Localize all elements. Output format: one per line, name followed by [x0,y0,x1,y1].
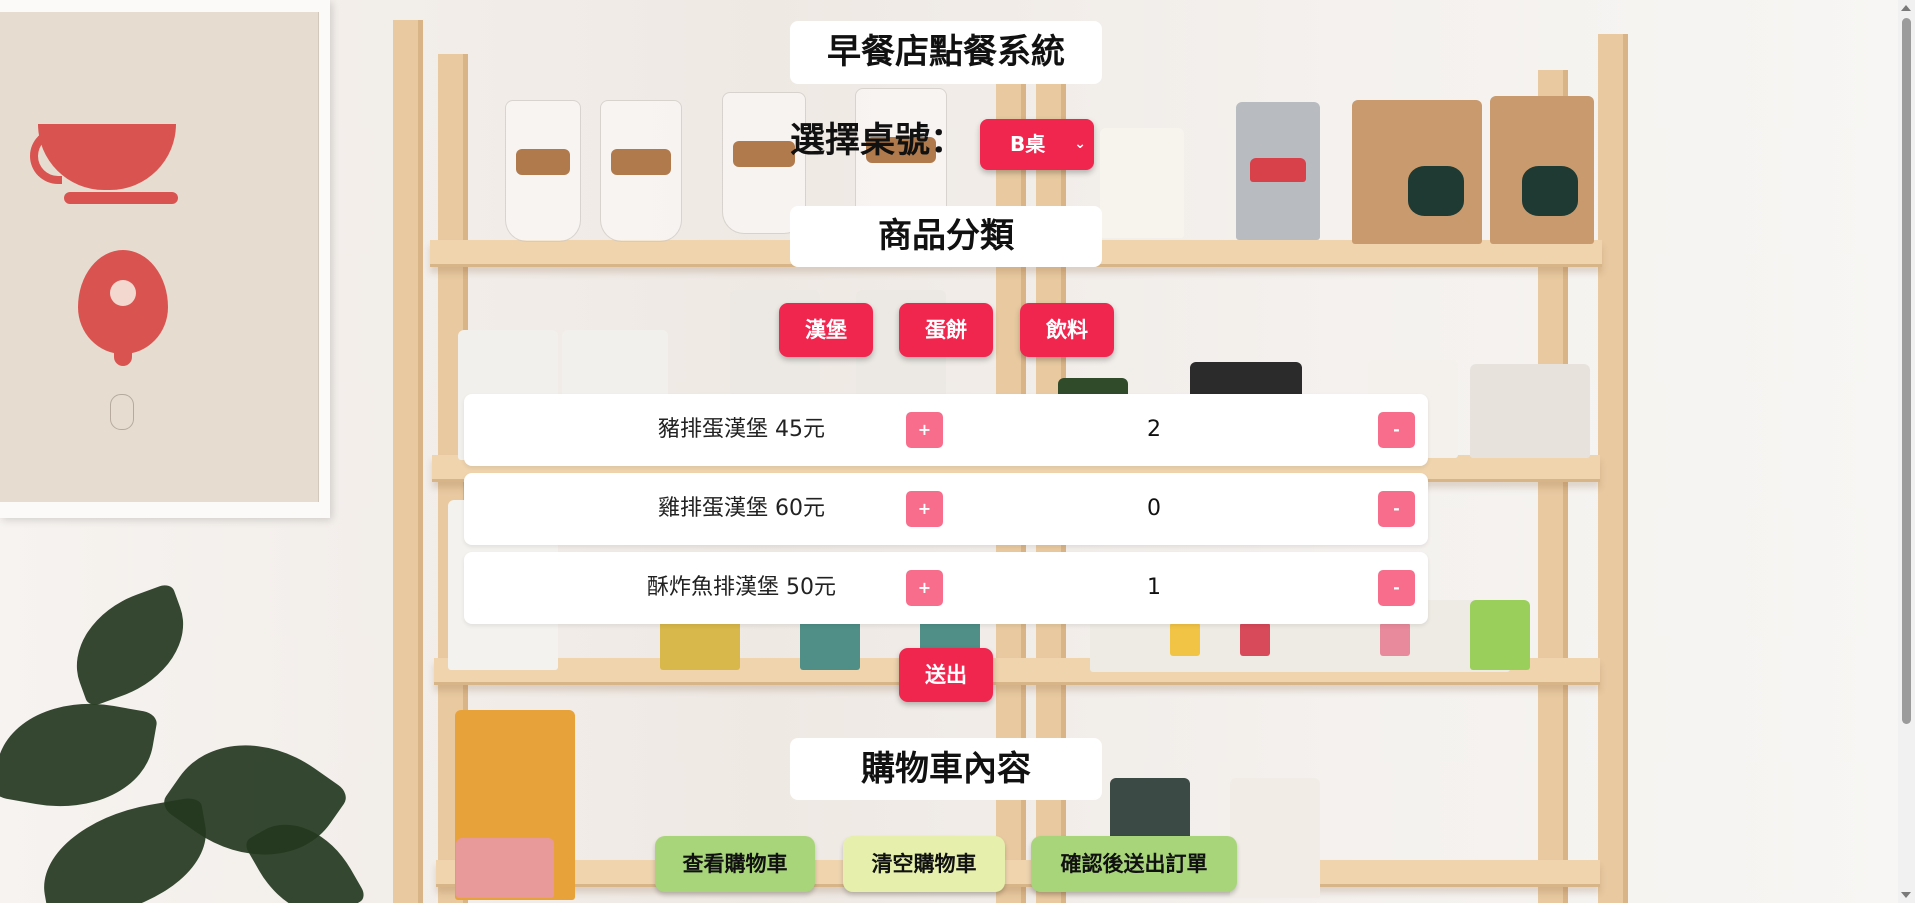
increase-quantity-button[interactable]: + [906,570,943,606]
coffee-bag-label [1380,620,1410,656]
decrease-quantity-button[interactable]: - [1378,412,1415,448]
confirm-order-button[interactable]: 確認後送出訂單 [1031,836,1237,892]
category-button-egg-pancake[interactable]: 蛋餅 [899,303,993,357]
send-button[interactable]: 送出 [899,648,993,702]
decrease-quantity-button[interactable]: - [1378,491,1415,527]
app-title: 早餐店點餐系統 [790,21,1102,84]
scroll-up-icon[interactable] [1901,5,1911,11]
category-button-drinks[interactable]: 飲料 [1020,303,1114,357]
coffee-bag [1100,128,1184,238]
decrease-quantity-button[interactable]: - [1378,570,1415,606]
category-title: 商品分類 [790,206,1102,267]
clear-cart-button[interactable]: 清空購物車 [843,836,1005,892]
dripper-hole-shape [110,280,136,306]
wall-poster [0,0,330,518]
product-row: 酥炸魚排漢堡 50元 + 1 - [464,552,1428,624]
poster-badge [110,394,134,430]
coffee-bag-label [1250,158,1306,182]
table-select-value: B桌 [1010,132,1046,156]
shelf-post [1598,34,1628,903]
dripper-stem-shape [114,346,132,366]
coffee-bag-label [1240,620,1270,656]
product-name: 酥炸魚排漢堡 50元 [647,575,836,600]
table-select[interactable]: B桌 ⌄ [980,119,1094,170]
scroll-thumb[interactable] [1902,18,1911,724]
coffee-bag-emblem [1522,166,1578,216]
dripper-plate-shape [64,192,178,204]
coffee-bag [1470,600,1530,670]
coffee-jar [600,100,682,242]
product-quantity: 2 [1147,417,1161,442]
coffee-bag-label [1170,620,1200,656]
product-row: 豬排蛋漢堡 45元 + 2 - [464,394,1428,466]
product-name: 雞排蛋漢堡 60元 [658,496,825,521]
coffee-bag [1470,364,1590,458]
shelf-post [393,20,423,903]
category-button-hamburger[interactable]: 漢堡 [779,303,873,357]
shelf-board [436,860,1600,887]
coffee-bag-label [456,838,554,898]
table-select-label: 選擇桌號： [790,121,966,161]
coffee-bag-emblem [1408,166,1464,216]
product-quantity: 0 [1147,496,1161,521]
scroll-down-icon[interactable] [1901,892,1911,898]
poster-artwork [0,12,319,502]
increase-quantity-button[interactable]: + [906,491,943,527]
chevron-down-icon: ⌄ [1074,136,1086,152]
increase-quantity-button[interactable]: + [906,412,943,448]
product-row: 雞排蛋漢堡 60元 + 0 - [464,473,1428,545]
coffee-bag [1230,778,1320,898]
product-quantity: 1 [1147,575,1161,600]
view-cart-button[interactable]: 查看購物車 [655,836,815,892]
coffee-jar [505,100,581,242]
cart-title: 購物車內容 [790,738,1102,800]
page-scrollbar[interactable] [1898,0,1915,903]
product-name: 豬排蛋漢堡 45元 [658,417,825,442]
